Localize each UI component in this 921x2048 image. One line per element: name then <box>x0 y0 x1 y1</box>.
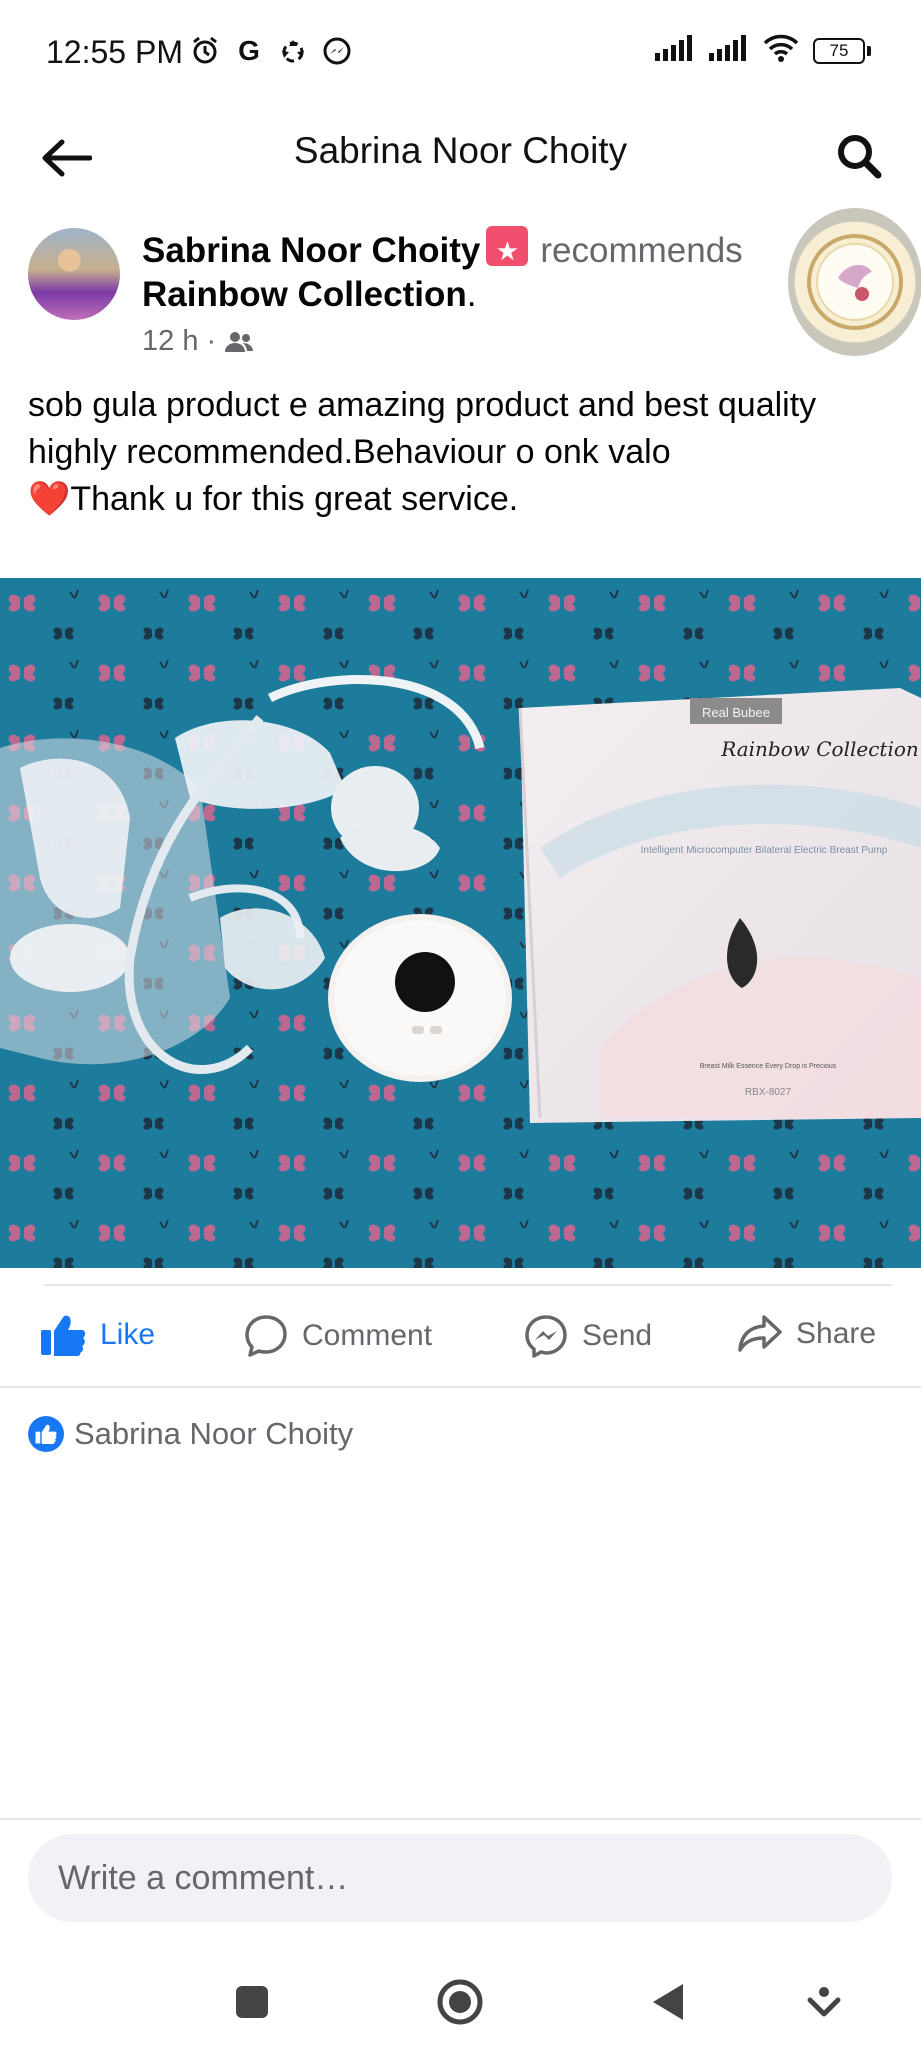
post-photo[interactable]: Real Bubee Rainbow Collection Intelligen… <box>0 578 921 1268</box>
square-icon <box>236 1986 268 2018</box>
box-brand: Real Bubee <box>702 705 770 720</box>
friends-audience-icon <box>225 331 254 352</box>
share-label: Share <box>796 1317 877 1350</box>
status-time: 12:55 PM <box>46 34 183 70</box>
post-actions: Like Comment Send Share <box>0 1290 921 1382</box>
post-header: Sabrina Noor Choity recommends Rainbow Co… <box>142 226 782 358</box>
home-circle-icon <box>437 1979 483 2025</box>
author-avatar[interactable] <box>28 228 120 320</box>
like-reaction-icon <box>28 1416 64 1452</box>
reactions-summary[interactable]: Sabrina Noor Choity <box>28 1416 353 1452</box>
like-button[interactable]: Like <box>40 1314 155 1356</box>
box-model: RBX-8027 <box>745 1087 792 1098</box>
page-name-link[interactable]: Rainbow Collection <box>142 275 467 314</box>
comment-icon <box>245 1315 287 1357</box>
recommends-label: recommends <box>540 231 743 270</box>
divider <box>0 1818 921 1820</box>
wifi-icon <box>763 34 799 67</box>
box-handwriting: Rainbow Collection <box>720 737 919 761</box>
recents-button[interactable] <box>224 1974 280 2030</box>
system-back-button[interactable] <box>640 1974 696 2030</box>
battery-level: 75 <box>813 37 865 64</box>
messenger-icon <box>320 34 354 68</box>
comment-button[interactable]: Comment <box>244 1314 432 1358</box>
post-text-line1: sob gula product e amazing product and b… <box>28 386 817 471</box>
system-status-icons: 75 <box>655 34 871 67</box>
divider <box>44 1284 892 1286</box>
signal-icon <box>655 35 695 66</box>
google-icon: G <box>238 35 260 66</box>
box-product: Intelligent Microcomputer Bilateral Elec… <box>641 845 888 856</box>
post-body: sob gula product e amazing product and b… <box>28 382 888 523</box>
post-time[interactable]: 12 h <box>142 325 198 358</box>
page-profile-picture[interactable] <box>788 208 921 356</box>
search-icon <box>838 135 882 179</box>
comment-input[interactable] <box>56 1857 860 1899</box>
home-button[interactable] <box>432 1974 488 2030</box>
notification-icons: G <box>188 34 354 68</box>
top-app-bar: Sabrina Noor Choity <box>0 104 921 208</box>
author-name[interactable]: Sabrina Noor Choity <box>142 231 480 270</box>
send-label: Send <box>582 1319 653 1352</box>
down-chevron-dot-icon <box>807 1987 841 2017</box>
divider <box>0 1386 921 1388</box>
share-icon <box>738 1315 782 1352</box>
page-title: Sabrina Noor Choity <box>293 130 628 171</box>
messenger-icon <box>525 1315 567 1358</box>
system-nav-bar <box>0 1948 921 2048</box>
send-button[interactable]: Send <box>524 1314 652 1358</box>
share-button[interactable]: Share <box>738 1314 876 1354</box>
reaction-names: Sabrina Noor Choity <box>74 1416 354 1451</box>
heart-emoji: ❤️ <box>28 480 71 518</box>
like-label: Like <box>100 1318 156 1351</box>
comment-composer[interactable] <box>28 1834 892 1922</box>
audience-separator: · <box>206 325 217 357</box>
page-suffix: . <box>466 275 477 314</box>
alarm-icon <box>188 34 222 68</box>
post-text-line2: Thank u for this great service. <box>70 480 519 518</box>
search-button[interactable] <box>827 124 891 188</box>
comment-label: Comment <box>302 1319 433 1352</box>
battery-icon: 75 <box>813 37 871 64</box>
box-tagline: Breast Milk Essence Every Drop is Precio… <box>700 1063 837 1070</box>
recommendation-badge-icon <box>486 226 529 273</box>
back-triangle-icon <box>653 1984 683 2020</box>
thumbs-up-icon <box>41 1315 86 1356</box>
status-bar: 12:55 PM G 75 <box>0 0 921 104</box>
signal-icon-2 <box>709 35 749 66</box>
sync-icon <box>276 34 310 68</box>
assistant-button[interactable] <box>796 1974 852 2030</box>
